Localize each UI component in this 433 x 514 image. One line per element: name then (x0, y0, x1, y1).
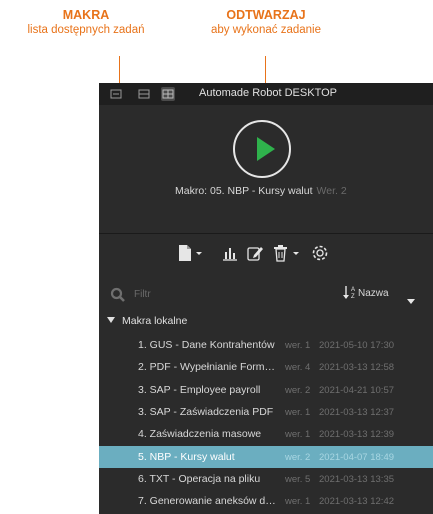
macro-version: wer. 2 (285, 451, 311, 463)
macro-list-item[interactable]: 4. Zaświadczenia masowe wer. 1 2021-03-13 … (99, 423, 433, 445)
macro-list-item[interactable]: 5. NBP - Kursy walut wer. 2 2021-04-07 18:… (99, 445, 433, 468)
app-window: Automade Robot DESKTOP Makro: 05. NBP - … (99, 83, 433, 514)
callout-odtwarzaj-title: ODTWARZAJ (226, 8, 306, 22)
dropdown-arrow-icon[interactable] (407, 291, 415, 309)
macro-name: 3. SAP - Employee payroll (138, 383, 261, 396)
chevron-down-icon (107, 317, 115, 323)
play-icon (257, 137, 275, 161)
macro-date: 2021-03-13 12:37 (319, 406, 395, 418)
macro-date: 2021-03-13 12:39 (319, 429, 395, 441)
macro-name: 1. GUS - Dane Kontrahentów (138, 339, 275, 351)
macro-name: 7. Generowanie aneksów do u... (138, 495, 280, 508)
macro-version: wer. 1 (285, 496, 311, 508)
macro-date: 2021-04-07 18:49 (319, 451, 395, 463)
svg-text:Z: Z (351, 294, 355, 300)
macro-list-item[interactable]: 6. TXT - Operacja na pliku wer. 5 2021-03-… (99, 468, 433, 490)
sort-dropdown-label[interactable]: Nazwa (358, 288, 389, 299)
filter-input[interactable]: Filtr (134, 289, 151, 300)
macro-version: wer. 1 (285, 340, 311, 351)
settings-icon[interactable] (311, 244, 329, 262)
delete-button[interactable] (273, 244, 301, 262)
callout-makra: MAKRA lista dostępnych zadań (0, 8, 172, 38)
macro-name: 3. SAP - Zaświadczenia PDF (138, 405, 274, 418)
current-macro-version: Wer. 2 (316, 185, 347, 197)
callout-makra-subtitle: lista dostępnych zadań (27, 24, 145, 36)
search-icon (110, 287, 126, 308)
layout-single-icon[interactable] (109, 87, 123, 101)
edit-icon[interactable] (246, 244, 264, 262)
current-macro: Makro: 05. NBP - Kursy walut Wer. 2 (175, 185, 347, 197)
macro-version: wer. 2 (285, 384, 311, 396)
macro-list-item[interactable]: 7. Generowanie aneksów do u... wer. 1 2021… (99, 490, 433, 512)
macro-version: wer. 4 (285, 362, 311, 374)
macro-date: 2021-03-13 13:35 (319, 473, 395, 485)
title-bar: Automade Robot DESKTOP (99, 83, 433, 105)
tree-group-label: Makra lokalne (122, 315, 188, 327)
callout-odtwarzaj-subtitle: aby wykonać zadanie (211, 24, 321, 36)
macro-name: 2. PDF - Wypełnianie Formularza (138, 361, 280, 374)
layout-split-icon[interactable] (137, 87, 151, 101)
sort-az-icon[interactable]: AZ (342, 284, 358, 305)
app-title: Automade Robot DESKTOP (199, 87, 337, 99)
macro-version: wer. 1 (285, 429, 311, 441)
macro-list-item[interactable]: 2. PDF - Wypełnianie Formularza wer. 4 202… (99, 356, 433, 378)
macro-list-item[interactable]: 3. SAP - Employee payroll wer. 2 2021-04-2… (99, 379, 433, 401)
chart-icon[interactable] (221, 244, 239, 262)
macro-name: 4. Zaświadczenia masowe (138, 428, 262, 441)
callout-odtwarzaj: ODTWARZAJ aby wykonać zadanie (166, 8, 366, 38)
macro-list-item[interactable]: 3. SAP - Zaświadczenia PDF wer. 1 2021-03-… (99, 401, 433, 423)
macro-date: 2021-04-21 10:57 (319, 384, 395, 396)
new-file-button[interactable] (178, 244, 204, 262)
macro-name: 6. TXT - Operacja na pliku (138, 472, 261, 485)
svg-text:A: A (351, 287, 355, 293)
tree-group-local-macros[interactable]: Makra lokalne (107, 315, 187, 327)
divider (99, 233, 433, 234)
macro-list-item[interactable]: 1. GUS - Dane Kontrahentów wer. 1 2021-05-… (99, 334, 433, 356)
current-macro-label: Makro: 05. NBP - Kursy walut (175, 185, 313, 197)
layout-grid-icon[interactable] (161, 87, 175, 101)
macro-date: 2021-03-13 12:42 (319, 496, 395, 508)
macro-version: wer. 1 (285, 406, 311, 418)
macro-date: 2021-03-13 12:58 (319, 362, 395, 374)
callout-makra-title: MAKRA (62, 8, 110, 22)
macro-version: wer. 5 (285, 473, 311, 485)
macro-name: 5. NBP - Kursy walut (138, 450, 235, 463)
macro-date: 2021-05-10 17:30 (319, 340, 395, 351)
play-button[interactable] (233, 120, 291, 178)
